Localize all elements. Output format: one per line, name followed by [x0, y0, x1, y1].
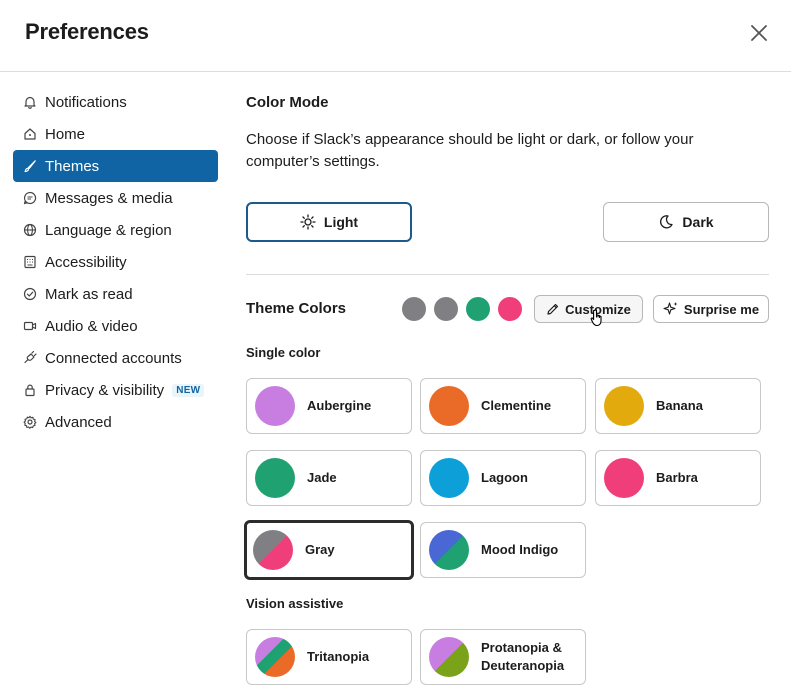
sidebar-item-privacy-visibility[interactable]: Privacy & visibility NEW — [13, 374, 218, 406]
dark-mode-button[interactable]: Dark — [603, 202, 769, 242]
sidebar-item-audio-video[interactable]: Audio & video — [13, 310, 218, 342]
theme-colors-heading: Theme Colors — [246, 300, 347, 317]
theme-name: Clementine — [481, 398, 552, 413]
theme-swatch — [255, 386, 295, 426]
surprise-me-button[interactable]: Surprise me — [653, 295, 769, 323]
theme-swatch — [604, 386, 644, 426]
theme-swatch — [255, 637, 295, 677]
theme-swatch — [429, 530, 469, 570]
theme-name: Protanopia & Deuteranopia — [481, 639, 564, 675]
theme-swatch — [604, 458, 644, 498]
sidebar-item-notifications[interactable]: Notifications — [13, 86, 218, 118]
plug-icon — [22, 350, 38, 366]
sidebar-item-label: Messages & media — [45, 189, 173, 207]
sidebar-item-label: Accessibility — [45, 253, 127, 271]
globe-icon — [22, 222, 38, 238]
theme-name: Lagoon — [481, 470, 528, 485]
sidebar-item-advanced[interactable]: Advanced — [13, 406, 218, 438]
theme-swatch — [429, 458, 469, 498]
color-mode-description: Choose if Slack’s appearance should be l… — [246, 131, 694, 170]
theme-name: Mood Indigo — [481, 542, 559, 557]
dialog-title: Preferences — [25, 19, 149, 44]
theme-name: Tritanopia — [307, 649, 370, 664]
sidebar-item-home[interactable]: Home — [13, 118, 218, 150]
gear-icon — [22, 414, 38, 430]
sidebar-item-label: Notifications — [45, 93, 127, 111]
sidebar-item-messages-media[interactable]: Messages & media — [13, 182, 218, 214]
theme-card-protanopia-deuteranopia[interactable]: Protanopia & Deuteranopia — [420, 629, 586, 685]
new-badge: NEW — [172, 383, 205, 397]
check-circle-icon — [22, 286, 38, 302]
sidebar-item-mark-as-read[interactable]: Mark as read — [13, 278, 218, 310]
theme-preview-dot — [466, 297, 490, 321]
theme-swatch — [429, 637, 469, 677]
sidebar-item-label: Advanced — [45, 413, 112, 431]
theme-preview-dot — [402, 297, 426, 321]
vision-assistive-heading: Vision assistive — [246, 596, 344, 611]
theme-swatch — [429, 386, 469, 426]
color-mode-heading: Color Mode — [246, 94, 329, 111]
moon-icon — [658, 214, 674, 230]
dark-mode-label: Dark — [682, 214, 714, 230]
section-divider — [246, 274, 769, 275]
sidebar-item-label: Audio & video — [45, 317, 138, 335]
sidebar-item-label: Mark as read — [45, 285, 133, 303]
sidebar-item-label: Connected accounts — [45, 349, 182, 367]
surprise-me-label: Surprise me — [683, 301, 760, 317]
theme-preview-dot — [498, 297, 522, 321]
theme-swatch — [253, 530, 293, 570]
theme-card-clementine[interactable]: Clementine — [420, 378, 586, 434]
sidebar-item-accessibility[interactable]: Accessibility — [13, 246, 218, 278]
close-icon[interactable] — [746, 20, 772, 46]
home-icon — [22, 126, 38, 142]
sidebar-item-label: Home — [45, 125, 86, 143]
message-icon — [22, 190, 38, 206]
dialog-header: Preferences — [0, 0, 791, 72]
sparkle-icon — [663, 301, 679, 317]
sidebar-item-language-region[interactable]: Language & region — [13, 214, 218, 246]
lock-icon — [22, 382, 38, 398]
theme-preview-dot — [434, 297, 458, 321]
bell-icon — [22, 94, 38, 110]
sidebar-item-label: Privacy & visibility — [45, 381, 165, 399]
theme-name-line1: Protanopia & — [481, 640, 562, 655]
sidebar-item-connected-accounts[interactable]: Connected accounts — [13, 342, 218, 374]
preferences-sidebar: Notifications Home Themes Messages & med… — [13, 86, 218, 438]
theme-name: Gray — [305, 542, 335, 557]
theme-name: Aubergine — [307, 398, 372, 413]
theme-name: Jade — [307, 470, 337, 485]
pencil-icon — [546, 302, 560, 316]
light-mode-label: Light — [323, 214, 359, 230]
light-mode-button[interactable]: Light — [246, 202, 412, 242]
sidebar-item-label: Themes — [45, 157, 100, 175]
theme-name: Barbra — [656, 470, 698, 485]
video-icon — [22, 318, 38, 334]
single-color-heading: Single color — [246, 345, 321, 360]
keyboard-icon — [22, 254, 38, 270]
theme-card-mood-indigo[interactable]: Mood Indigo — [420, 522, 586, 578]
sidebar-item-themes[interactable]: Themes — [13, 150, 218, 182]
hand-cursor-icon — [589, 309, 605, 332]
theme-name: Banana — [656, 398, 703, 413]
theme-name-line2: Deuteranopia — [481, 658, 565, 673]
theme-card-banana[interactable]: Banana — [595, 378, 761, 434]
theme-card-lagoon[interactable]: Lagoon — [420, 450, 586, 506]
theme-card-barbra[interactable]: Barbra — [595, 450, 761, 506]
brush-icon — [22, 158, 38, 174]
theme-card-jade[interactable]: Jade — [246, 450, 412, 506]
sidebar-item-label: Language & region — [45, 221, 172, 239]
sun-icon — [300, 214, 316, 230]
theme-card-gray[interactable]: Gray — [244, 520, 414, 580]
theme-card-tritanopia[interactable]: Tritanopia — [246, 629, 412, 685]
theme-card-aubergine[interactable]: Aubergine — [246, 378, 412, 434]
theme-swatch — [255, 458, 295, 498]
